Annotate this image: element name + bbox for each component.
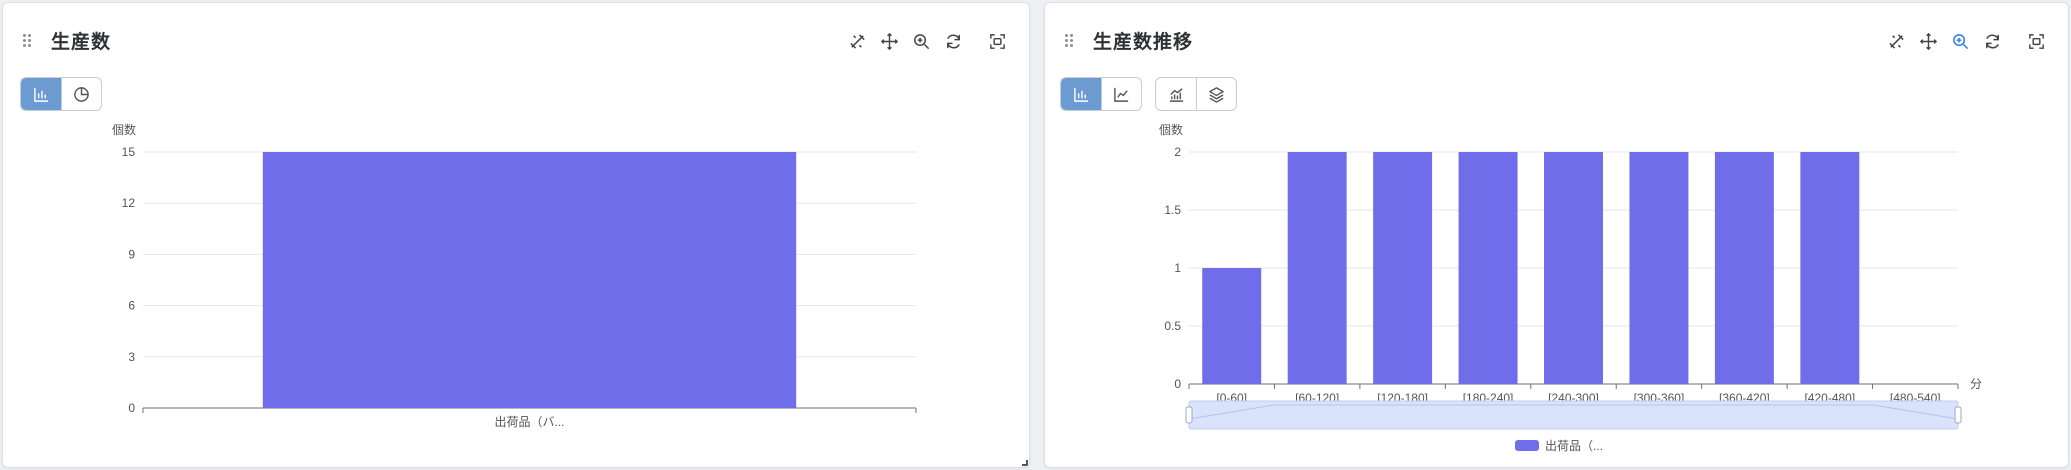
x-axis-label: 分 [1970, 377, 1982, 391]
production-count-panel: 生産数 0 3 6 9 12 15 個数出荷品（バ... [2, 2, 1030, 468]
series-mode-toggle [1155, 77, 1237, 111]
line-chart-button[interactable] [1101, 78, 1141, 110]
refresh-icon[interactable] [937, 27, 969, 55]
pie-chart-button[interactable] [61, 78, 101, 110]
x-tick-label: 出荷品（バ... [494, 415, 564, 429]
bar [1287, 152, 1347, 384]
chart-toolbox [1880, 27, 2052, 55]
panel-title: 生産数推移 [1093, 32, 1194, 53]
zoom-in-icon[interactable] [1944, 27, 1976, 55]
y-tick-label: 15 [122, 145, 136, 159]
y-tick-label: 9 [128, 247, 135, 261]
production-trend-panel: 生産数推移 0 0.5 1 1.5 2 個数 [0-60] [60-120] [… [1044, 2, 2069, 468]
line-chart-icon [1114, 87, 1129, 102]
move-icon[interactable] [1912, 27, 1944, 55]
zoom-in-icon[interactable] [905, 27, 937, 55]
screenshot-icon[interactable] [981, 27, 1013, 55]
trend-chart-button[interactable] [1156, 78, 1196, 110]
y-axis-label: 個数 [1159, 122, 1183, 137]
stack-layers-button[interactable] [1196, 78, 1236, 110]
y-tick-label: 6 [128, 299, 135, 313]
bar [1544, 152, 1603, 384]
panel-title: 生産数 [51, 32, 112, 53]
data-zoom-handle-end[interactable] [1954, 406, 1962, 424]
brush-icon[interactable] [1880, 27, 1912, 55]
drag-handle-icon[interactable] [23, 34, 33, 48]
y-tick-label: 0.5 [1164, 319, 1181, 333]
chart-type-toggle [1060, 77, 1142, 111]
y-tick-label: 12 [122, 196, 136, 210]
bar-chart-button[interactable] [21, 78, 61, 110]
brush-icon[interactable] [841, 27, 873, 55]
bar [1714, 152, 1774, 384]
bar [1458, 152, 1518, 384]
chart-legend[interactable]: 出荷品（... [1515, 437, 1603, 454]
drag-handle-icon[interactable] [1065, 34, 1075, 48]
y-tick-label: 2 [1174, 145, 1181, 159]
production-trend-bar-chart: 00.511.52個数[0-60] [60-120] [120-180] [180-2… [1159, 122, 1982, 430]
production-count-bar-chart: 0 3 6 9 12 15 個数出荷品（バ... [112, 122, 917, 429]
chart-type-toggle [20, 77, 102, 111]
y-axis-label: 個数 [112, 122, 136, 137]
bar-chart-button[interactable] [1061, 78, 1101, 110]
resize-handle[interactable] [1022, 460, 1028, 466]
legend-label: 出荷品（... [1545, 439, 1604, 453]
chart-toolbox [841, 27, 1013, 55]
stack-layers-icon [1209, 86, 1224, 103]
y-tick-label: 0 [1174, 377, 1181, 391]
bar [1629, 152, 1689, 384]
pie-chart-icon [74, 86, 89, 102]
screenshot-icon[interactable] [2020, 27, 2052, 55]
bar [262, 152, 797, 408]
bar-chart-icon [33, 87, 48, 102]
y-tick-label: 3 [128, 350, 135, 364]
trend-chart-icon [1169, 87, 1183, 102]
y-tick-label: 1 [1174, 261, 1181, 275]
move-icon[interactable] [873, 27, 905, 55]
bar-chart-icon [1073, 87, 1088, 102]
data-zoom-handle-start[interactable] [1185, 406, 1193, 424]
bar [1373, 152, 1433, 384]
refresh-icon[interactable] [1976, 27, 2008, 55]
bar [1800, 152, 1860, 384]
y-tick-label: 0 [128, 401, 135, 415]
legend-swatch [1515, 440, 1539, 451]
y-tick-label: 1.5 [1164, 203, 1181, 217]
bar [1202, 268, 1262, 384]
